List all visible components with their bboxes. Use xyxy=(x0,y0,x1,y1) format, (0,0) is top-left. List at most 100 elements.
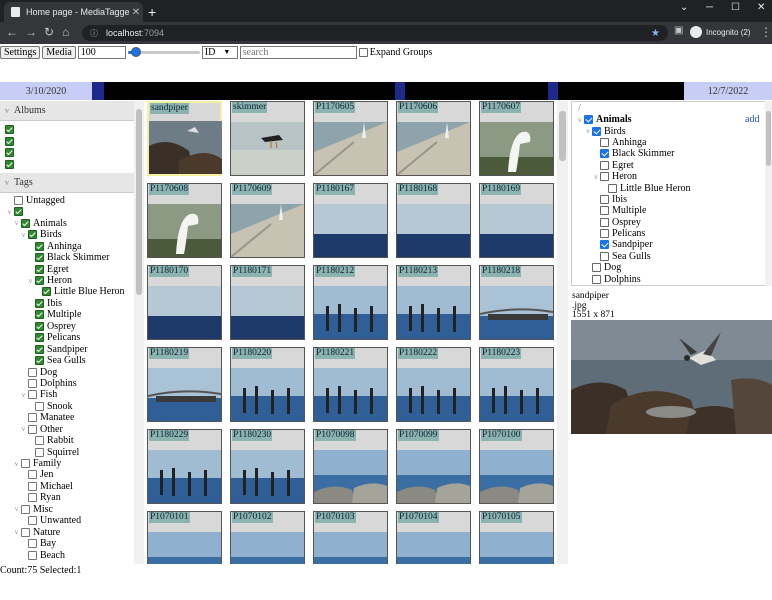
minimize-icon[interactable]: ─ xyxy=(706,2,713,13)
expand-chevron-icon[interactable]: v xyxy=(592,173,600,181)
tag-checkbox[interactable] xyxy=(35,310,44,320)
tag-item[interactable]: v Nature xyxy=(0,526,144,538)
tag-item[interactable]: Dolphins xyxy=(0,378,144,389)
tree-checkbox[interactable] xyxy=(592,274,601,284)
tag-item[interactable]: Snook xyxy=(0,401,144,412)
tag-checkbox[interactable] xyxy=(35,436,44,446)
tree-checkbox[interactable] xyxy=(584,115,593,125)
album-checkbox[interactable] xyxy=(5,159,14,169)
tag-checkbox[interactable] xyxy=(28,390,37,400)
tag-checkbox[interactable] xyxy=(21,459,30,469)
preview-image[interactable] xyxy=(571,320,772,434)
tag-item[interactable]: Beach xyxy=(0,549,144,561)
tag-item[interactable]: v Other xyxy=(0,424,144,435)
album-checkbox[interactable] xyxy=(5,125,14,135)
tag-checkbox[interactable] xyxy=(42,287,51,297)
tag-item[interactable]: Sandpiper xyxy=(0,343,144,355)
tag-checkbox[interactable] xyxy=(35,344,44,354)
tag-item[interactable]: Unwanted xyxy=(0,515,144,526)
tags-header[interactable]: v Tags xyxy=(0,172,144,193)
thumbnail[interactable]: P1070103 xyxy=(313,511,388,564)
tag-item[interactable]: Dog xyxy=(0,366,144,378)
thumbnail[interactable]: P1180230 xyxy=(230,429,305,504)
address-bar[interactable]: ⓘ localhost:7094 ★ xyxy=(82,25,668,41)
window-close-icon[interactable]: ✕ xyxy=(757,2,765,13)
expand-chevron-icon[interactable]: v xyxy=(5,208,14,216)
tag-checkbox[interactable] xyxy=(21,504,30,514)
thumbnail[interactable]: P1180221 xyxy=(313,347,388,422)
tag-item[interactable]: Untagged xyxy=(0,195,144,206)
expand-chevron-icon[interactable]: v xyxy=(19,231,28,239)
tag-item[interactable]: Pelicans xyxy=(0,332,144,343)
tree-checkbox[interactable] xyxy=(600,251,609,261)
tag-item[interactable]: Bay xyxy=(0,538,144,549)
tree-checkbox[interactable] xyxy=(600,172,609,182)
expand-chevron-icon[interactable]: v xyxy=(26,277,35,285)
tag-item[interactable]: v Fish xyxy=(0,389,144,400)
tree-item[interactable]: Sandpiper xyxy=(576,239,771,250)
expand-chevron-icon[interactable]: v xyxy=(576,116,584,124)
tag-checkbox[interactable] xyxy=(14,195,23,205)
menu-kebab-icon[interactable]: ⋮ xyxy=(760,25,772,39)
tag-item[interactable]: Black Skimmer xyxy=(0,252,144,263)
timeline-marker[interactable] xyxy=(548,82,558,100)
thumbnail[interactable]: P1180220 xyxy=(230,347,305,422)
info-icon[interactable]: ⓘ xyxy=(90,28,100,39)
tree-item[interactable]: Anhinga xyxy=(576,137,771,148)
tree-item[interactable]: Egret xyxy=(576,160,771,171)
tree-item[interactable]: Dog xyxy=(576,262,771,273)
timeline-marker[interactable] xyxy=(395,82,405,100)
album-checkbox[interactable] xyxy=(5,136,14,146)
tag-item[interactable]: Ibis xyxy=(0,298,144,309)
tag-item[interactable]: Multiple xyxy=(0,309,144,320)
tag-checkbox[interactable] xyxy=(21,527,30,537)
tag-item[interactable]: Rabbit xyxy=(0,435,144,446)
thumbnail[interactable]: P1180167 xyxy=(313,183,388,258)
timeline-marker[interactable] xyxy=(92,82,104,100)
album-item[interactable] xyxy=(5,158,144,169)
tag-checkbox[interactable] xyxy=(28,378,37,388)
tree-item[interactable]: v Heron xyxy=(576,171,771,182)
new-tab-icon[interactable]: + xyxy=(148,4,156,20)
tag-item[interactable]: Anhinga xyxy=(0,241,144,252)
tag-checkbox[interactable] xyxy=(21,218,30,228)
thumbnail[interactable]: P1070099 xyxy=(396,429,471,504)
tag-checkbox[interactable] xyxy=(28,470,37,480)
thumbnail[interactable]: P1180219 xyxy=(147,347,222,422)
tree-checkbox[interactable] xyxy=(600,137,609,147)
expand-chevron-icon[interactable]: v xyxy=(12,219,21,227)
album-item[interactable] xyxy=(5,124,144,135)
tree-checkbox[interactable] xyxy=(592,263,601,273)
tag-item[interactable]: v Misc xyxy=(0,504,144,515)
maximize-icon[interactable]: ☐ xyxy=(731,2,740,13)
tag-checkbox[interactable] xyxy=(35,401,44,411)
add-tag-link[interactable]: add xyxy=(745,114,759,125)
close-tab-icon[interactable]: ✕ xyxy=(129,7,143,18)
thumbnail[interactable]: P1170609 xyxy=(230,183,305,258)
zoom-slider[interactable] xyxy=(127,46,200,59)
sort-select[interactable]: ID ▼ xyxy=(201,45,238,59)
expand-chevron-icon[interactable]: v xyxy=(12,460,21,468)
tag-item[interactable]: v Family xyxy=(0,458,144,469)
tag-checkbox[interactable] xyxy=(28,413,37,423)
tag-checkbox[interactable] xyxy=(28,230,37,240)
sidepanel-icon[interactable]: ▣ xyxy=(674,25,683,36)
tag-item[interactable]: v xyxy=(0,206,144,217)
scroll-thumb[interactable] xyxy=(559,111,566,161)
expand-chevron-icon[interactable]: v xyxy=(12,505,21,513)
tag-checkbox[interactable] xyxy=(35,447,44,457)
tag-checkbox[interactable] xyxy=(28,516,37,526)
thumbnail[interactable]: P1170606 xyxy=(396,101,471,176)
tree-item[interactable]: Dolphins xyxy=(576,273,771,285)
tree-item[interactable]: v Animals xyxy=(576,114,771,125)
timeline[interactable]: 3/10/2020 12/7/2022 xyxy=(0,82,772,100)
thumbnail[interactable]: P1070098 xyxy=(313,429,388,504)
tag-item[interactable]: v Animals xyxy=(0,218,144,229)
forward-icon[interactable]: → xyxy=(25,25,37,39)
bookmark-star-icon[interactable]: ★ xyxy=(651,28,660,39)
tree-item[interactable]: Black Skimmer xyxy=(576,148,771,159)
tree-item[interactable]: Pelicans xyxy=(576,228,771,239)
tag-item[interactable]: Osprey xyxy=(0,321,144,332)
tree-item[interactable]: Sea Gulls xyxy=(576,251,771,262)
tag-item[interactable]: Ryan xyxy=(0,492,144,503)
